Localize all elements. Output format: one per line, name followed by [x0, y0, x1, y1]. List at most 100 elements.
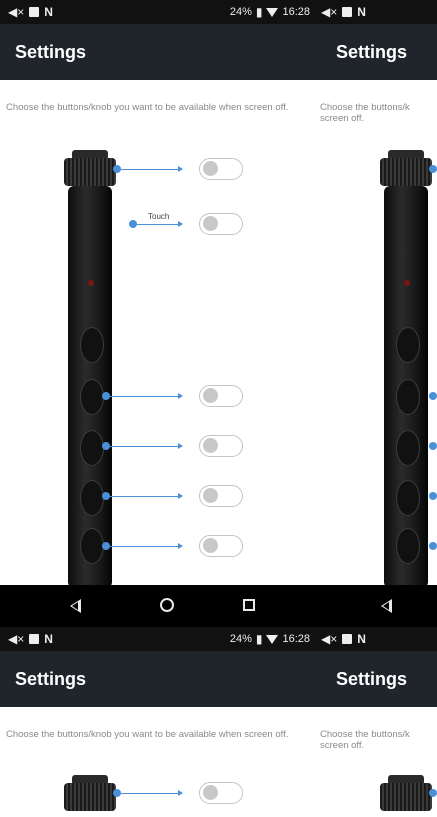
status-bar: ◀× N	[316, 0, 437, 24]
touch-label: Touch	[148, 212, 170, 221]
button-1-toggle[interactable]	[199, 385, 243, 407]
knob-marker	[113, 165, 121, 173]
knob-toggle[interactable]	[199, 782, 243, 804]
touch-toggle[interactable]	[199, 213, 243, 235]
toggle-thumb	[203, 216, 218, 231]
touch-leader-line	[137, 224, 179, 225]
app-bar: Settings	[316, 24, 437, 80]
wifi-icon	[266, 634, 279, 644]
image-notification-icon	[29, 7, 40, 17]
screen-panel-cropped: ◀× N Settings Choose the buttons/k scree…	[316, 0, 437, 627]
n-notification-icon: N	[44, 632, 53, 646]
device-button-1	[396, 379, 420, 415]
toggle-thumb	[203, 161, 218, 176]
button-1-marker	[102, 392, 110, 400]
toggle-thumb	[203, 438, 218, 453]
app-bar: Settings	[0, 24, 316, 80]
button-4-marker	[102, 542, 110, 550]
n-notification-icon: N	[357, 5, 366, 19]
volume-knob	[380, 158, 432, 186]
image-notification-icon	[29, 634, 40, 644]
button-2-leader-arrow	[178, 443, 183, 449]
page-title: Settings	[15, 669, 87, 689]
mute-icon: ◀×	[8, 5, 25, 19]
description-text: Choose the buttons/knob you want to be a…	[6, 102, 289, 113]
n-notification-icon: N	[44, 5, 53, 19]
button-3-toggle[interactable]	[199, 485, 243, 507]
device-button-3	[80, 480, 104, 516]
toggle-thumb	[203, 488, 218, 503]
battery-percent: 24%	[229, 633, 252, 645]
button-1-leader-line	[110, 396, 179, 397]
screen-panel-full: ◀× N 24% ▮ 16:28 Settings Choose the but…	[0, 0, 316, 627]
button-4-marker	[429, 542, 437, 550]
app-bar: Settings	[0, 651, 316, 707]
back-triangle-icon[interactable]	[381, 599, 392, 613]
button-1-marker	[429, 392, 437, 400]
app-bar: Settings	[316, 651, 437, 707]
device-button-top	[80, 327, 104, 363]
device-button-3	[396, 480, 420, 516]
device-button-4	[80, 528, 104, 564]
power-indicator-dot	[404, 280, 410, 286]
knob-toggle[interactable]	[199, 158, 243, 180]
button-2-marker	[102, 442, 110, 450]
button-4-toggle[interactable]	[199, 535, 243, 557]
button-3-leader-line	[110, 496, 179, 497]
volume-knob	[64, 783, 116, 811]
button-2-leader-line	[110, 446, 179, 447]
battery-percent: 24%	[229, 6, 252, 18]
volume-knob	[64, 158, 116, 186]
button-3-marker	[102, 492, 110, 500]
device-button-4	[396, 528, 420, 564]
status-bar: ◀× N 24% ▮ 16:28	[0, 0, 316, 24]
button-3-leader-arrow	[178, 493, 183, 499]
device-button-1	[80, 379, 104, 415]
knob-leader-arrow	[178, 790, 183, 796]
n-notification-icon: N	[357, 632, 366, 646]
page-title: Settings	[15, 42, 87, 62]
button-4-leader-line	[110, 546, 179, 547]
toggle-thumb	[203, 388, 218, 403]
knob-marker	[113, 789, 121, 797]
image-notification-icon	[342, 7, 353, 17]
knob-leader-line	[121, 169, 179, 170]
page-title: Settings	[336, 42, 408, 62]
volume-knob	[380, 783, 432, 811]
status-bar: ◀× N	[316, 627, 437, 651]
mute-icon: ◀×	[321, 5, 338, 19]
home-circle-icon[interactable]	[160, 598, 174, 612]
knob-marker	[429, 789, 437, 797]
button-2-toggle[interactable]	[199, 435, 243, 457]
screen-panel-partial: ◀× N 24% ▮ 16:28 Settings Choose the but…	[0, 627, 316, 817]
description-text: Choose the buttons/k screen off.	[320, 102, 410, 124]
power-indicator-dot	[88, 280, 94, 286]
mute-icon: ◀×	[8, 632, 25, 646]
recent-square-icon[interactable]	[243, 599, 255, 611]
image-notification-icon	[342, 634, 353, 644]
navigation-bar	[316, 585, 437, 627]
touch-marker	[129, 220, 137, 228]
page-title: Settings	[336, 669, 408, 689]
knob-marker	[429, 165, 437, 173]
wifi-icon	[266, 7, 279, 17]
button-2-marker	[429, 442, 437, 450]
battery-icon: ▮	[255, 632, 263, 646]
description-text: Choose the buttons/knob you want to be a…	[6, 729, 289, 740]
screen-panel-cropped-partial: ◀× N Settings Choose the buttons/k scree…	[316, 627, 437, 817]
touch-leader-arrow	[178, 221, 183, 227]
device-button-top	[396, 327, 420, 363]
knob-leader-arrow	[178, 166, 183, 172]
status-bar: ◀× N 24% ▮ 16:28	[0, 627, 316, 651]
device-button-2	[396, 430, 420, 466]
back-triangle-icon[interactable]	[70, 599, 81, 613]
clock: 16:28	[282, 6, 310, 18]
description-text: Choose the buttons/k screen off.	[320, 729, 410, 751]
button-4-leader-arrow	[178, 543, 183, 549]
mute-icon: ◀×	[321, 632, 338, 646]
clock: 16:28	[282, 633, 310, 645]
battery-icon: ▮	[255, 5, 263, 19]
navigation-bar	[0, 585, 316, 627]
device-button-2	[80, 430, 104, 466]
knob-leader-line	[121, 793, 179, 794]
